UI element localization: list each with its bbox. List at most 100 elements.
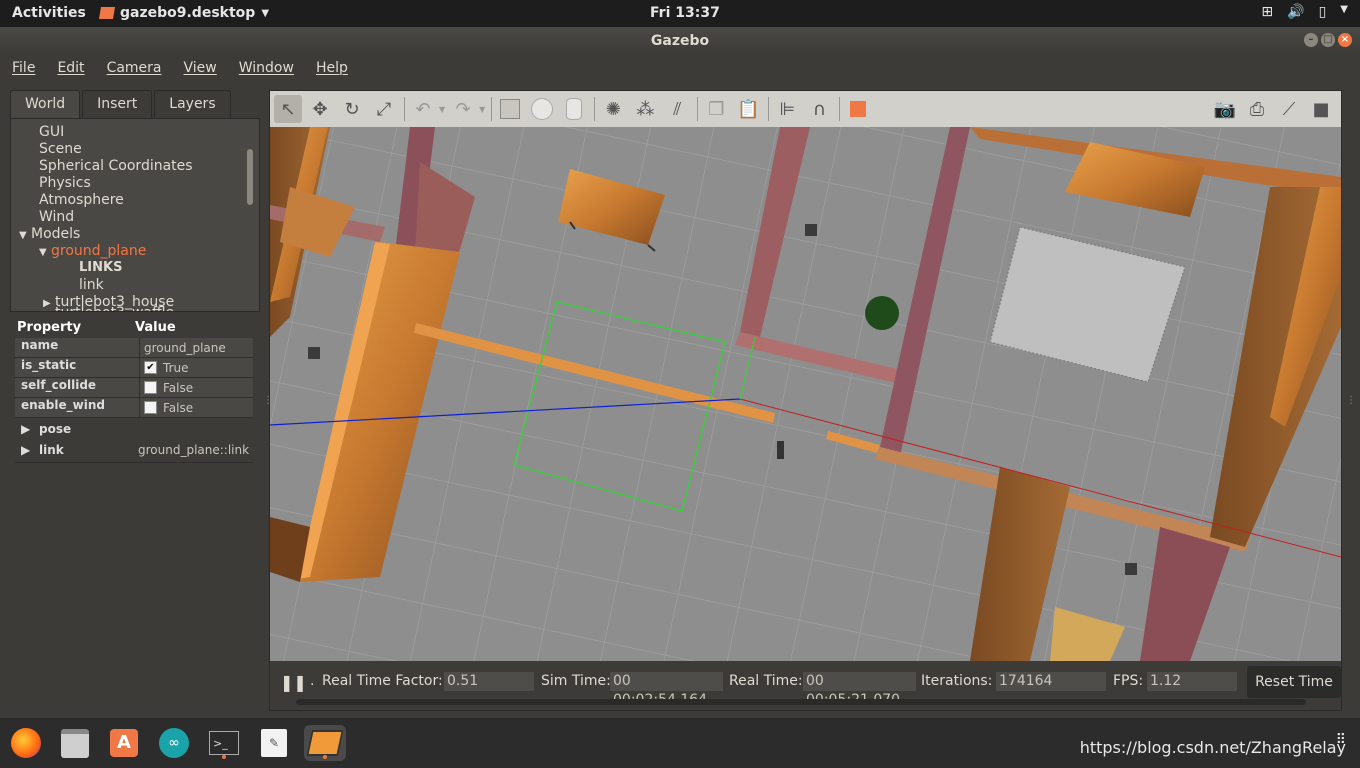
iterations-label: Iterations: [921, 673, 993, 689]
align-icon[interactable]: ⊫ [773, 95, 801, 123]
files-icon[interactable] [57, 725, 93, 761]
activities-button[interactable]: Activities [12, 5, 86, 21]
spot-light-icon[interactable]: ⁂ [631, 95, 659, 123]
record-icon[interactable]: ■ [1307, 95, 1335, 123]
close-button[interactable]: × [1338, 33, 1352, 47]
chevron-down-icon[interactable]: ▼ [479, 105, 485, 114]
menu-view[interactable]: View [184, 55, 225, 81]
box-icon[interactable] [496, 95, 524, 123]
terminal-icon[interactable]: >_ [206, 725, 242, 761]
value-col-header: Value [135, 320, 176, 335]
volume-icon[interactable]: 🔊 [1287, 4, 1304, 20]
tree-label-partial: turtlebot3_waffle [55, 305, 174, 311]
toolbar-separator [697, 97, 699, 121]
translate-icon[interactable]: ✥ [306, 95, 334, 123]
tree-item-wind[interactable]: Wind [39, 209, 74, 225]
sphere-icon[interactable] [528, 95, 556, 123]
expand-arrow-icon[interactable]: ▶ [15, 422, 39, 441]
tree-item-links: LINKS [79, 260, 123, 275]
splitter-handle[interactable]: ⋮ [1346, 395, 1356, 406]
toolbar-separator [404, 97, 405, 121]
copy-icon[interactable]: ❐ [702, 95, 730, 123]
clock[interactable]: Fri 13:37 [650, 5, 720, 21]
property-table: Property Value name ground_plane is_stat… [15, 320, 253, 463]
enable-wind-checkbox[interactable] [144, 401, 157, 414]
tree-item-models[interactable]: ▼ Models [19, 226, 80, 242]
gazebo-dock-icon[interactable] [304, 725, 346, 761]
redo-icon[interactable]: ↷ [449, 95, 477, 123]
maximize-button[interactable]: □ [1321, 33, 1335, 47]
software-center-icon[interactable]: A [106, 725, 142, 761]
system-top-bar: Activities gazebo9.desktop ▼ Fri 13:37 ⊞… [0, 0, 1360, 27]
is-static-checkbox[interactable]: ✔ [144, 361, 157, 374]
tab-layers[interactable]: Layers [154, 90, 231, 118]
arduino-icon[interactable]: ∞ [156, 725, 192, 761]
firefox-icon[interactable] [8, 725, 44, 761]
real-time-label: Real Time: [729, 673, 803, 689]
tree-item-atmosphere[interactable]: Atmosphere [39, 192, 124, 208]
iterations-value: 174164 [996, 672, 1106, 691]
toolbar-separator [491, 97, 493, 121]
rotate-icon[interactable]: ↻ [338, 95, 366, 123]
property-group-label: pose [39, 422, 72, 436]
tab-insert[interactable]: Insert [82, 90, 153, 118]
fps-value: 1.12 [1147, 672, 1237, 691]
app-menu[interactable]: gazebo9.desktop ▼ [98, 5, 269, 21]
minimize-button[interactable]: – [1304, 33, 1318, 47]
menu-help[interactable]: Help [316, 55, 356, 81]
directional-light-icon[interactable]: ⫽ [663, 95, 691, 123]
text-editor-icon[interactable]: ✎ [256, 725, 292, 761]
property-group-link[interactable]: ▶ link ground_plane::link [15, 443, 253, 463]
3d-scene-view[interactable] [270, 127, 1341, 661]
battery-icon[interactable]: ▯ [1319, 4, 1327, 20]
robot-object [805, 224, 817, 236]
chevron-down-icon[interactable]: ▼ [1340, 4, 1348, 20]
tree-scrollbar[interactable] [247, 149, 253, 205]
name-field[interactable]: ground_plane [140, 338, 253, 357]
plot-icon[interactable]: ⟋ [1275, 95, 1303, 123]
property-value: True [163, 360, 189, 375]
select-icon[interactable]: ↖ [274, 95, 302, 123]
tree-label-models: Models [31, 226, 81, 242]
menu-window[interactable]: Window [239, 55, 302, 81]
menu-edit[interactable]: Edit [57, 55, 92, 81]
undo-icon[interactable]: ↶ [409, 95, 437, 123]
window-title: Gazebo [650, 33, 710, 49]
expand-arrow-icon[interactable]: ▶ [15, 443, 39, 462]
tree-item-physics[interactable]: Physics [39, 175, 91, 191]
tree-item-link[interactable]: link [79, 277, 104, 293]
scale-icon[interactable]: ⤢ [370, 95, 398, 123]
app-menu-label: gazebo9.desktop [120, 5, 256, 21]
paste-icon[interactable]: 📋 [734, 95, 762, 123]
tab-world[interactable]: World [10, 90, 81, 118]
toolbar-separator [768, 97, 770, 121]
robot-object [1125, 563, 1137, 575]
snap-icon[interactable]: ∩ [805, 95, 833, 123]
cylinder-icon[interactable] [560, 95, 588, 123]
screenshot-icon[interactable]: 📷 [1211, 95, 1239, 123]
tree-item-scene[interactable]: Scene [39, 141, 82, 157]
menu-camera[interactable]: Camera [107, 55, 170, 81]
system-tray[interactable]: ⊞ 🔊 ▯ ▼ [1261, 4, 1348, 20]
network-icon[interactable]: ⊞ [1261, 4, 1273, 20]
menu-file[interactable]: File [12, 55, 43, 81]
self-collide-checkbox[interactable] [144, 381, 157, 394]
tree-item-ground-plane[interactable]: ▼ ground_plane [39, 243, 146, 259]
property-value: ground_plane::link [138, 443, 250, 457]
tree-item-gui[interactable]: GUI [39, 124, 64, 140]
expand-arrow-icon[interactable]: ▼ [19, 230, 31, 241]
log-icon[interactable]: ⎙ [1243, 95, 1271, 123]
point-light-icon[interactable]: ✺ [599, 95, 627, 123]
reset-time-button[interactable]: Reset Time [1247, 666, 1341, 698]
chevron-down-icon[interactable]: ▼ [439, 105, 445, 114]
property-group-pose[interactable]: ▶ pose [15, 422, 253, 441]
tree-item-partial[interactable]: ▶turtlebot3_waffle [43, 305, 174, 311]
tree-item-spherical-coordinates[interactable]: Spherical Coordinates [39, 158, 193, 174]
pause-button[interactable]: ❚❚ [280, 673, 307, 692]
dock: A ∞ >_ ✎ https://blog.csdn.net/ZhangRela… [0, 718, 1360, 768]
horizontal-scrollbar[interactable] [296, 699, 1306, 705]
app-grid-icon[interactable]: ⠿ [1336, 732, 1346, 748]
fps-label: FPS: [1113, 673, 1144, 689]
view-angle-icon[interactable] [844, 95, 872, 123]
expand-arrow-icon[interactable]: ▼ [39, 247, 51, 258]
